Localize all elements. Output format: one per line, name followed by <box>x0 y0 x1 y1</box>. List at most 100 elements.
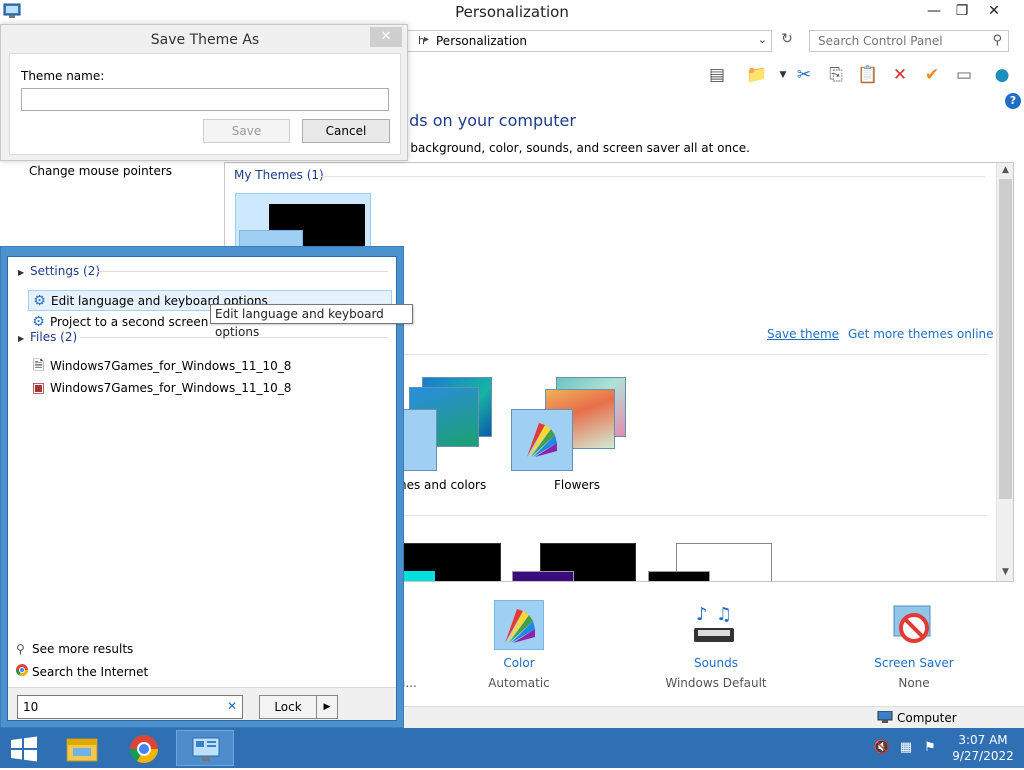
maximize-icon[interactable]: ❐ <box>946 0 978 22</box>
files-group-header[interactable]: ▶ Files (2) <box>18 330 77 344</box>
search-icon[interactable]: ⚲ <box>992 33 1002 48</box>
breadcrumb[interactable]: Personalization <box>436 34 527 48</box>
tooltip: Edit language and keyboard options <box>210 304 413 339</box>
page-subheading: p background, color, sounds, and screen … <box>399 141 750 155</box>
address-bar[interactable]: h ▸ Personalization ⌄ <box>405 30 772 52</box>
clock-date[interactable]: 9/27/2022 <box>948 749 1018 763</box>
status-computer-label: Computer <box>897 711 957 725</box>
gear-icon: ⚙ <box>33 293 46 309</box>
refresh-icon[interactable]: ↻ <box>776 31 798 53</box>
power-options-arrow-icon[interactable]: ▶ <box>317 695 338 719</box>
result-label: Project to a second screen <box>50 315 209 329</box>
chrome-icon <box>15 664 32 679</box>
paste-icon[interactable]: 📋 <box>855 62 881 88</box>
screen-saver-value: None <box>898 676 930 690</box>
search-icon: ⚲ <box>16 642 25 656</box>
settings-group-header[interactable]: ▶ Settings (2) <box>18 264 100 278</box>
theme-label: nes and colors <box>399 478 487 492</box>
sounds-label[interactable]: Sounds <box>636 656 796 670</box>
page-heading: nds on your computer <box>399 111 576 130</box>
taskbar-file-explorer[interactable] <box>52 730 110 766</box>
result-file-2[interactable]: ▣ Windows7Games_for_Windows_11_10_8 <box>28 378 392 399</box>
status-bar: Computer <box>400 706 1024 728</box>
separator <box>401 515 987 516</box>
delete-icon[interactable]: ✕ <box>887 62 913 88</box>
save-button[interactable]: Save <box>203 119 290 143</box>
color-icon <box>494 600 544 650</box>
themes-scrollbar[interactable]: ▲ ▼ <box>996 163 1013 581</box>
group-title: Settings (2) <box>30 264 101 278</box>
cancel-button[interactable]: Cancel <box>302 119 390 143</box>
see-more-results-link[interactable]: ⚲ See more results <box>16 642 133 656</box>
folder-options-icon[interactable]: 📁 <box>744 62 770 88</box>
chevron-down-icon[interactable]: ⌄ <box>758 33 767 46</box>
result-file-1[interactable]: 🗎 Windows7Games_for_Windows_11_10_8 <box>28 356 392 377</box>
theme-color-swatch <box>401 571 435 581</box>
separator <box>319 176 985 177</box>
theme-color-swatch <box>512 571 574 581</box>
gear-icon: ⚙ <box>32 314 45 330</box>
system-tray: 🔇 ▦ ⚑ <box>870 740 950 758</box>
windows-start-icon[interactable] <box>9 736 39 762</box>
result-label: Windows7Games_for_Windows_11_10_8 <box>50 359 292 373</box>
search-internet-link[interactable]: Search the Internet <box>15 664 149 679</box>
copy-icon[interactable]: ⎘ <box>823 62 849 88</box>
start-search-input[interactable] <box>18 696 223 718</box>
color-value: Automatic <box>488 676 550 690</box>
clock-time[interactable]: 3:07 AM <box>953 733 1013 747</box>
expand-triangle-icon: ▶ <box>18 268 25 277</box>
clear-search-icon[interactable]: ✕ <box>227 699 237 713</box>
network-icon[interactable]: ▦ <box>897 740 915 758</box>
window-title: Personalization <box>455 3 569 21</box>
help-icon[interactable]: ? <box>1005 93 1021 109</box>
change-mouse-pointers-link[interactable]: Change mouse pointers <box>29 164 172 178</box>
installer-icon: ▣ <box>31 380 46 396</box>
separator <box>401 354 987 355</box>
group-title: Files (2) <box>30 330 78 344</box>
file-explorer-icon <box>66 738 98 762</box>
computer-icon <box>877 711 893 723</box>
globe-icon[interactable]: ● <box>989 62 1015 88</box>
get-more-themes-link[interactable]: Get more themes online <box>848 327 994 341</box>
dialog-title: Save Theme As <box>150 32 260 48</box>
scrollbar-thumb[interactable] <box>999 179 1012 499</box>
close-icon[interactable]: ✕ <box>370 27 402 47</box>
lock-button[interactable]: Lock <box>259 695 317 719</box>
layout-pane-icon[interactable]: ▤ <box>704 62 730 88</box>
properties-icon[interactable]: ▭ <box>951 62 977 88</box>
theme-name-input[interactable] <box>21 88 389 111</box>
screen-saver-icon <box>893 605 931 643</box>
search-box[interactable]: ⚲ <box>809 30 1009 52</box>
separator <box>98 271 388 272</box>
save-theme-link[interactable]: Save theme <box>767 327 839 341</box>
taskbar-chrome[interactable] <box>114 730 172 766</box>
taskbar: 🔇 ▦ ⚑ 3:07 AM 9/27/2022 <box>0 728 1024 768</box>
checkmark-icon[interactable]: ✔ <box>919 62 945 88</box>
close-icon[interactable]: ✕ <box>978 0 1010 22</box>
volume-muted-icon[interactable]: 🔇 <box>873 740 891 758</box>
svg-text:♪: ♪ <box>696 604 708 625</box>
screen-saver-label[interactable]: Screen Saver <box>834 656 994 670</box>
theme-color-swatch <box>648 571 710 581</box>
search-input[interactable] <box>810 31 990 51</box>
sounds-icon: ♪ ♫ <box>694 604 734 642</box>
action-center-flag-icon[interactable]: ⚑ <box>921 740 939 758</box>
control-panel-icon <box>192 737 220 761</box>
chrome-icon <box>130 735 158 763</box>
start-search-box[interactable]: ✕ <box>17 695 243 719</box>
scroll-up-icon[interactable]: ▲ <box>997 165 1014 175</box>
svg-text:♫: ♫ <box>716 604 732 625</box>
dialog-titlebar: Save Theme As ✕ <box>1 25 407 53</box>
file-icon: 🗎 <box>32 358 45 374</box>
save-theme-as-dialog: Save Theme As ✕ Theme name: Save Cancel <box>0 24 408 161</box>
result-label: Windows7Games_for_Windows_11_10_8 <box>50 381 292 395</box>
scroll-down-icon[interactable]: ▼ <box>997 567 1014 577</box>
link-label: See more results <box>32 642 134 656</box>
link-label: Search the Internet <box>32 665 149 679</box>
cut-icon[interactable]: ✂ <box>791 62 817 88</box>
dialog-body: Theme name: Save Cancel <box>9 53 401 155</box>
taskbar-control-panel[interactable] <box>176 730 234 766</box>
theme-color-swatch <box>401 409 437 471</box>
search-footer: ✕ Lock ▶ <box>8 687 396 720</box>
color-label[interactable]: Color <box>439 656 599 670</box>
